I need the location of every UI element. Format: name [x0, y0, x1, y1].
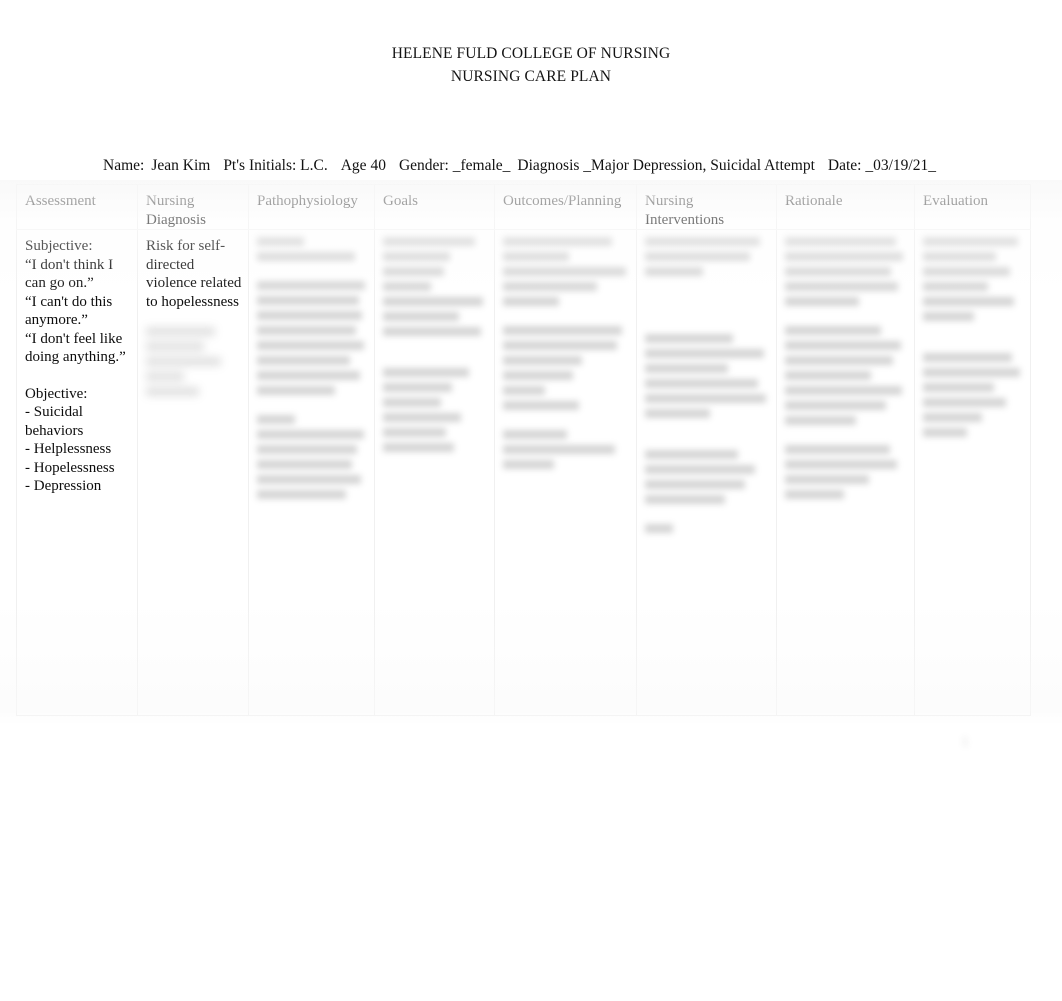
column-header-evaluation: Evaluation	[914, 184, 1031, 230]
column-header-goals: Goals	[374, 184, 495, 230]
redacted-text-block	[923, 237, 1024, 437]
assessment-objective-2: - Helplessness	[25, 441, 112, 457]
redacted-text-block	[257, 237, 368, 499]
title-line-care-plan: NURSING CARE PLAN	[450, 68, 612, 85]
age-label: Age	[340, 157, 367, 174]
date-label: Date:	[827, 157, 862, 174]
assessment-objective-3: - Hopelessness	[25, 459, 115, 476]
gender-label: Gender:	[398, 157, 449, 174]
cell-rationale	[776, 229, 915, 716]
assessment-objective-1: - Suicidal behaviors	[25, 404, 84, 439]
diagnosis-value: _Major Depression, Suicidal Attempt	[583, 157, 815, 174]
table-header-row: Assessment Nursing Diagnosis Pathophysio…	[16, 184, 1031, 230]
age-value: 40	[370, 157, 386, 174]
cell-nursing-interventions	[636, 229, 777, 716]
initials-label: Pt's Initials:	[223, 157, 297, 174]
nursing-diagnosis-text: Risk for self-directed violence related …	[146, 238, 242, 310]
document-title: HELENE FULD COLLEGE OF NURSING NURSING C…	[0, 44, 1062, 87]
document-page: HELENE FULD COLLEGE OF NURSING NURSING C…	[0, 0, 1062, 1001]
redacted-text-block	[785, 237, 908, 499]
column-header-pathophysiology: Pathophysiology	[248, 184, 375, 230]
redacted-text-block	[645, 237, 770, 533]
name-label: Name:	[103, 157, 145, 174]
assessment-quote-1: “I don't think I can go on.”	[25, 256, 114, 292]
cell-goals	[374, 229, 495, 716]
gender-value: _female_	[452, 157, 511, 174]
column-header-outcomes-planning: Outcomes/Planning	[494, 184, 637, 230]
nursing-care-plan-table: Assessment Nursing Diagnosis Pathophysio…	[16, 184, 1031, 716]
column-header-nursing-diagnosis: Nursing Diagnosis	[137, 184, 249, 230]
column-header-nursing-interventions: Nursing Interventions	[636, 184, 777, 230]
redacted-text-block	[383, 237, 488, 452]
assessment-quote-3: “I don't feel like doing anything.”	[25, 330, 126, 366]
page-number: 1	[961, 735, 969, 750]
title-line-college: HELENE FULD COLLEGE OF NURSING	[391, 45, 671, 62]
redacted-text-block	[503, 237, 630, 469]
patient-info-line: Name: Jean Kim Pt's Initials: L.C. Age 40 Ge…	[103, 156, 936, 175]
assessment-objective-label: Objective:	[25, 385, 88, 402]
column-header-rationale: Rationale	[776, 184, 915, 230]
name-value: Jean Kim	[151, 157, 211, 174]
diagnosis-label: Diagnosis	[517, 157, 580, 174]
cell-evaluation	[914, 229, 1031, 716]
assessment-subjective-label: Subjective:	[25, 238, 93, 254]
redacted-text-block	[146, 327, 242, 396]
initials-value: L.C.	[300, 157, 328, 174]
cell-pathophysiology	[248, 229, 375, 716]
assessment-quote-2: “I can't do this anymore.”	[25, 293, 113, 329]
date-value: _03/19/21_	[865, 157, 936, 174]
column-header-assessment: Assessment	[16, 184, 138, 230]
cell-outcomes-planning	[494, 229, 637, 716]
table-row: Subjective: “I don't think I can go on.”…	[16, 229, 1031, 716]
cell-assessment: Subjective: “I don't think I can go on.”…	[16, 229, 138, 716]
assessment-objective-4: - Depression	[25, 478, 102, 494]
cell-nursing-diagnosis: Risk for self-directed violence related …	[137, 229, 249, 716]
